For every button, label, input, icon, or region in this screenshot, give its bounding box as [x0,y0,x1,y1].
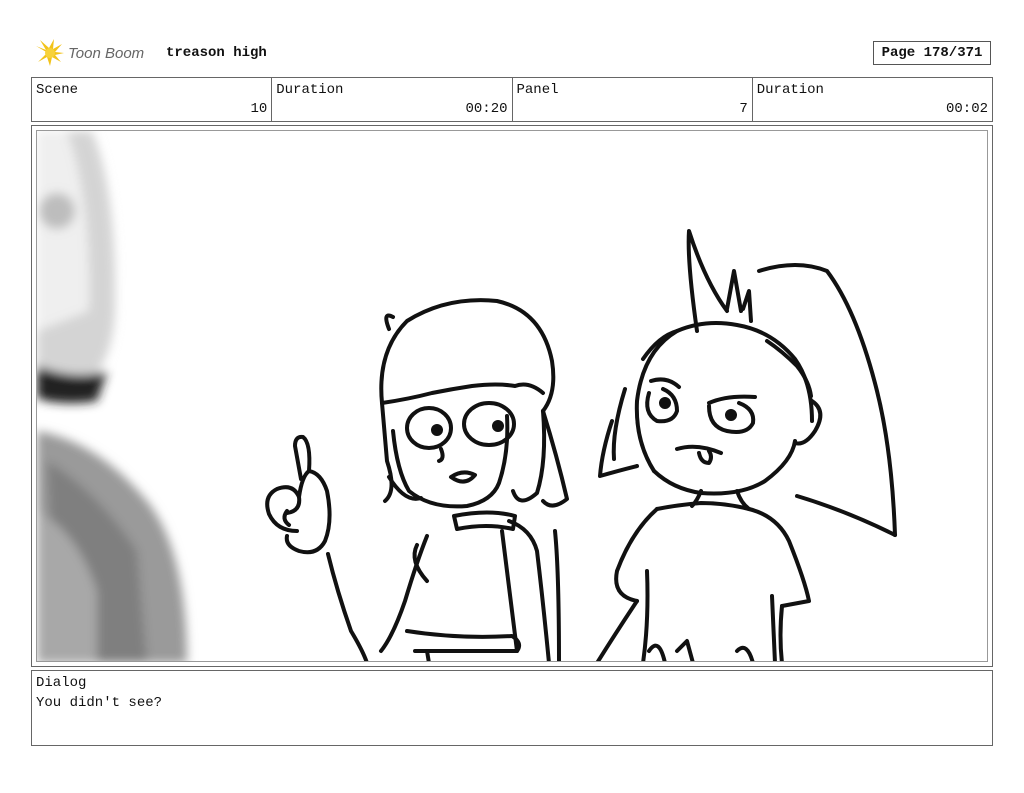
scene-duration-value: 00:20 [465,101,508,117]
scene-duration-cell: Duration 00:20 [272,78,513,121]
panel-duration-cell: Duration 00:02 [753,78,992,121]
panel-drawing [37,131,897,661]
toon-boom-logo: Toon Boom [34,38,156,68]
page-indicator: Page 178/371 [873,41,991,65]
dialog-box: Dialog You didn't see? [31,670,993,746]
boy-character [595,229,897,661]
scene-label: Scene [36,82,79,98]
panel-label: Panel [516,82,559,98]
panel-value: 7 [739,101,748,117]
girl-character [265,298,569,661]
panel-duration-label: Duration [756,82,824,98]
blurred-foreground-figure [37,131,187,661]
starburst-icon [36,39,64,66]
info-row: Scene 10 Duration 00:20 Panel 7 Duration… [31,77,993,122]
scene-value: 10 [250,101,268,117]
scene-cell: Scene 10 [32,78,273,121]
dialog-label: Dialog [36,675,87,691]
panel-cell: Panel 7 [513,78,753,121]
scene-duration-label: Duration [276,82,344,98]
panel-duration-value: 00:02 [945,101,988,117]
dialog-text: You didn't see? [36,695,163,711]
panel-drawing-frame [36,130,988,662]
logo-text: Toon Boom [68,45,144,62]
storyboard-panel [31,125,993,667]
project-title: treason high [166,45,267,61]
